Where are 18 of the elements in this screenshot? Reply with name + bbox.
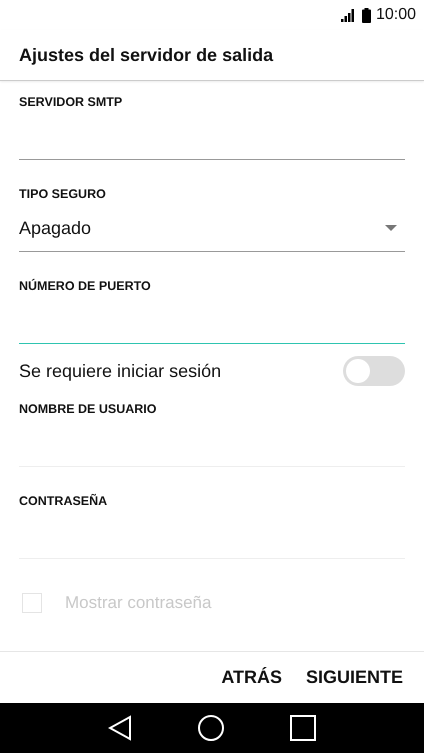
home-icon[interactable] — [196, 714, 225, 742]
action-button[interactable]: ATRÁS — [214, 659, 289, 696]
action-button[interactable]: SIGUIENTE — [298, 659, 410, 696]
toggle-label: Se requiere iniciar sesión — [19, 360, 222, 382]
back-icon[interactable] — [108, 715, 132, 741]
dropdown-field[interactable]: Apagado — [19, 205, 405, 252]
toggle-switch[interactable] — [343, 356, 405, 386]
signal-icon — [340, 8, 357, 22]
field-label: SERVIDOR SMTP — [19, 95, 124, 111]
recents-icon[interactable] — [290, 715, 316, 741]
screen-title: Ajustes del servidor de salida — [19, 44, 274, 66]
clock: 10:00 — [376, 6, 416, 24]
caret-icon — [385, 225, 397, 231]
field-label: NÚMERO DE PUERTO — [19, 279, 152, 295]
field-label: NOMBRE DE USUARIO — [19, 402, 158, 418]
battery-icon — [362, 8, 371, 22]
field-label: CONTRASEÑA — [19, 494, 108, 510]
field-label: TIPO SEGURO — [19, 187, 107, 203]
